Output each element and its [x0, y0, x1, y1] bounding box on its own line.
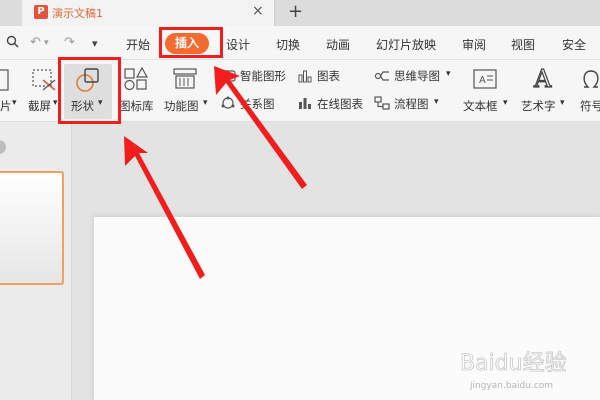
arrow-to-shape-button [124, 136, 205, 279]
arrow-to-insert-tab [214, 66, 307, 189]
watermark-url: jingyan.baidu.com [469, 381, 553, 391]
baidu-watermark: Baidu经验 jingyan.baidu.com [440, 340, 590, 399]
watermark-brand: Baidu经验 [460, 351, 567, 376]
